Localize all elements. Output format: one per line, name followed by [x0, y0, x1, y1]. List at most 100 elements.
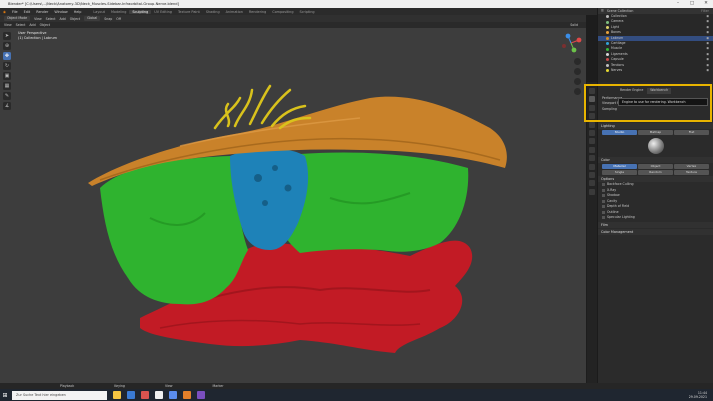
anatomy-model[interactable]	[0, 28, 586, 383]
color-object-button[interactable]: Object	[638, 164, 673, 169]
timeline-marker-menu[interactable]: Marker	[213, 384, 224, 388]
annotate-tool-icon[interactable]: ✎	[3, 92, 11, 100]
viewport-add-menu[interactable]: Add	[29, 23, 35, 27]
taskbar-app-icon[interactable]	[197, 391, 205, 399]
world-tab-icon[interactable]	[589, 129, 595, 136]
workspace-tab[interactable]: UV Editing	[151, 10, 175, 14]
checkbox-icon[interactable]	[602, 183, 605, 187]
proportional-editing-toggle[interactable]: Off	[116, 17, 121, 21]
transform-tool-icon[interactable]: ▦	[3, 82, 11, 90]
select-menu[interactable]: Select	[46, 17, 56, 21]
3d-viewport[interactable]	[0, 28, 586, 383]
workspace-tab[interactable]: Layout	[90, 10, 108, 14]
maximize-button[interactable]: □	[685, 0, 699, 8]
lighting-studio-button[interactable]: Studio	[602, 130, 637, 135]
menu-window[interactable]: Window	[51, 10, 70, 14]
workspace-tab[interactable]: Texture Paint	[175, 10, 203, 14]
outliner-filter[interactable]: Filter	[701, 9, 709, 13]
move-tool-icon[interactable]: ✥	[3, 52, 11, 60]
windows-start-icon[interactable]: ⊞	[0, 392, 10, 399]
blender-logo-icon[interactable]: ◉	[0, 10, 9, 14]
color-management-header[interactable]: Color Management	[598, 228, 713, 235]
object-type-icon	[606, 15, 609, 19]
studio-light-preview[interactable]	[598, 136, 713, 156]
lighting-flat-button[interactable]: Flat	[674, 130, 709, 135]
menu-render[interactable]: Render	[33, 10, 51, 14]
checkbox-icon[interactable]	[602, 194, 605, 198]
perspective-toggle-icon[interactable]	[574, 88, 581, 95]
object-menu[interactable]: Object	[70, 17, 80, 21]
lighting-header[interactable]: Lighting	[598, 123, 713, 129]
view-menu[interactable]: View	[34, 17, 42, 21]
menu-help[interactable]: Help	[71, 10, 85, 14]
physics-tab-icon[interactable]	[589, 163, 595, 170]
navigation-gizmo-icon[interactable]	[560, 32, 582, 54]
color-single-button[interactable]: Single	[602, 170, 637, 175]
checkbox-icon[interactable]	[602, 188, 605, 192]
timeline-keying-menu[interactable]: Keying	[114, 384, 125, 388]
workspace-tab[interactable]: Animation	[223, 10, 246, 14]
camera-view-icon[interactable]	[574, 78, 581, 85]
viewport-view-menu[interactable]: View	[4, 23, 12, 27]
modifier-tab-icon[interactable]	[589, 146, 595, 153]
film-header[interactable]: Film	[598, 221, 713, 228]
data-tab-icon[interactable]	[589, 180, 595, 187]
snap-toggle[interactable]: Snap	[104, 17, 112, 21]
viewport-shading-label[interactable]: Solid	[570, 23, 578, 27]
select-tool-icon[interactable]: ➤	[3, 32, 11, 40]
checkbox-icon[interactable]	[602, 205, 605, 209]
zoom-icon[interactable]	[574, 58, 581, 65]
measure-tool-icon[interactable]: ∡	[3, 102, 11, 110]
workspace-tab[interactable]: Shading	[203, 10, 223, 14]
close-button[interactable]: ✕	[699, 0, 713, 8]
outliner-row[interactable]: Nerves ◉	[598, 68, 713, 73]
workspace-tab[interactable]: Rendering	[246, 10, 269, 14]
material-tab-icon[interactable]	[589, 188, 595, 195]
color-material-button[interactable]: Material	[602, 164, 637, 169]
scale-tool-icon[interactable]: ▣	[3, 72, 11, 80]
checkbox-icon[interactable]	[602, 216, 605, 220]
constraints-tab-icon[interactable]	[589, 171, 595, 178]
taskbar-app-icon[interactable]	[141, 391, 149, 399]
checkbox-icon[interactable]	[602, 199, 605, 203]
mode-dropdown[interactable]: Object Mode	[4, 16, 31, 21]
windows-taskbar: ⊞ Zur Suche Text hier eingeben 11:44 29.…	[0, 389, 713, 401]
rotate-tool-icon[interactable]: ↻	[3, 62, 11, 70]
color-texture-button[interactable]: Texture	[674, 170, 709, 175]
add-menu[interactable]: Add	[60, 17, 66, 21]
cursor-tool-icon[interactable]: ⊕	[3, 42, 11, 50]
object-tab-icon[interactable]	[589, 138, 595, 145]
color-vertex-button[interactable]: Vertex	[674, 164, 709, 169]
checkbox-icon[interactable]	[602, 210, 605, 214]
menu-edit[interactable]: Edit	[21, 10, 34, 14]
timeline-playback-menu[interactable]: Playback	[60, 384, 74, 388]
visibility-eye-icon[interactable]: ◉	[706, 68, 709, 73]
color-header[interactable]: Color	[598, 157, 713, 163]
taskbar-app-icon[interactable]	[113, 391, 121, 399]
taskbar-app-icon[interactable]	[127, 391, 135, 399]
particles-tab-icon[interactable]	[589, 155, 595, 162]
taskbar-app-icon[interactable]	[183, 391, 191, 399]
menu-file[interactable]: File	[9, 10, 21, 14]
color-random-button[interactable]: Random	[638, 170, 673, 175]
workspace-tab[interactable]: Modeling	[108, 10, 129, 14]
taskbar-app-icon[interactable]	[155, 391, 163, 399]
workspace-tab-active[interactable]: Sculpting	[129, 9, 152, 14]
scene-tab-icon[interactable]	[589, 121, 595, 128]
option-row[interactable]: Specular Lighting	[598, 215, 713, 221]
pan-icon[interactable]	[574, 68, 581, 75]
workspace-tab[interactable]: Compositing	[269, 10, 296, 14]
workspace-tab[interactable]: Scripting	[297, 10, 318, 14]
transform-orientation-dropdown[interactable]: Global	[84, 16, 101, 21]
lighting-matcap-button[interactable]: MatCap	[638, 130, 673, 135]
object-type-icon	[606, 58, 609, 62]
timeline-view-menu[interactable]: View	[165, 384, 173, 388]
minimize-button[interactable]: –	[671, 0, 685, 8]
taskbar-search-input[interactable]: Zur Suche Text hier eingeben	[12, 390, 107, 400]
taskbar-app-icon[interactable]	[169, 391, 177, 399]
object-type-icon	[606, 25, 609, 29]
viewport-object-menu[interactable]: Object	[40, 23, 50, 27]
viewport-select-menu[interactable]: Select	[16, 23, 26, 27]
system-clock[interactable]: 11:44 29.09.2021	[689, 391, 707, 400]
outliner-icon: ☰	[601, 9, 604, 13]
